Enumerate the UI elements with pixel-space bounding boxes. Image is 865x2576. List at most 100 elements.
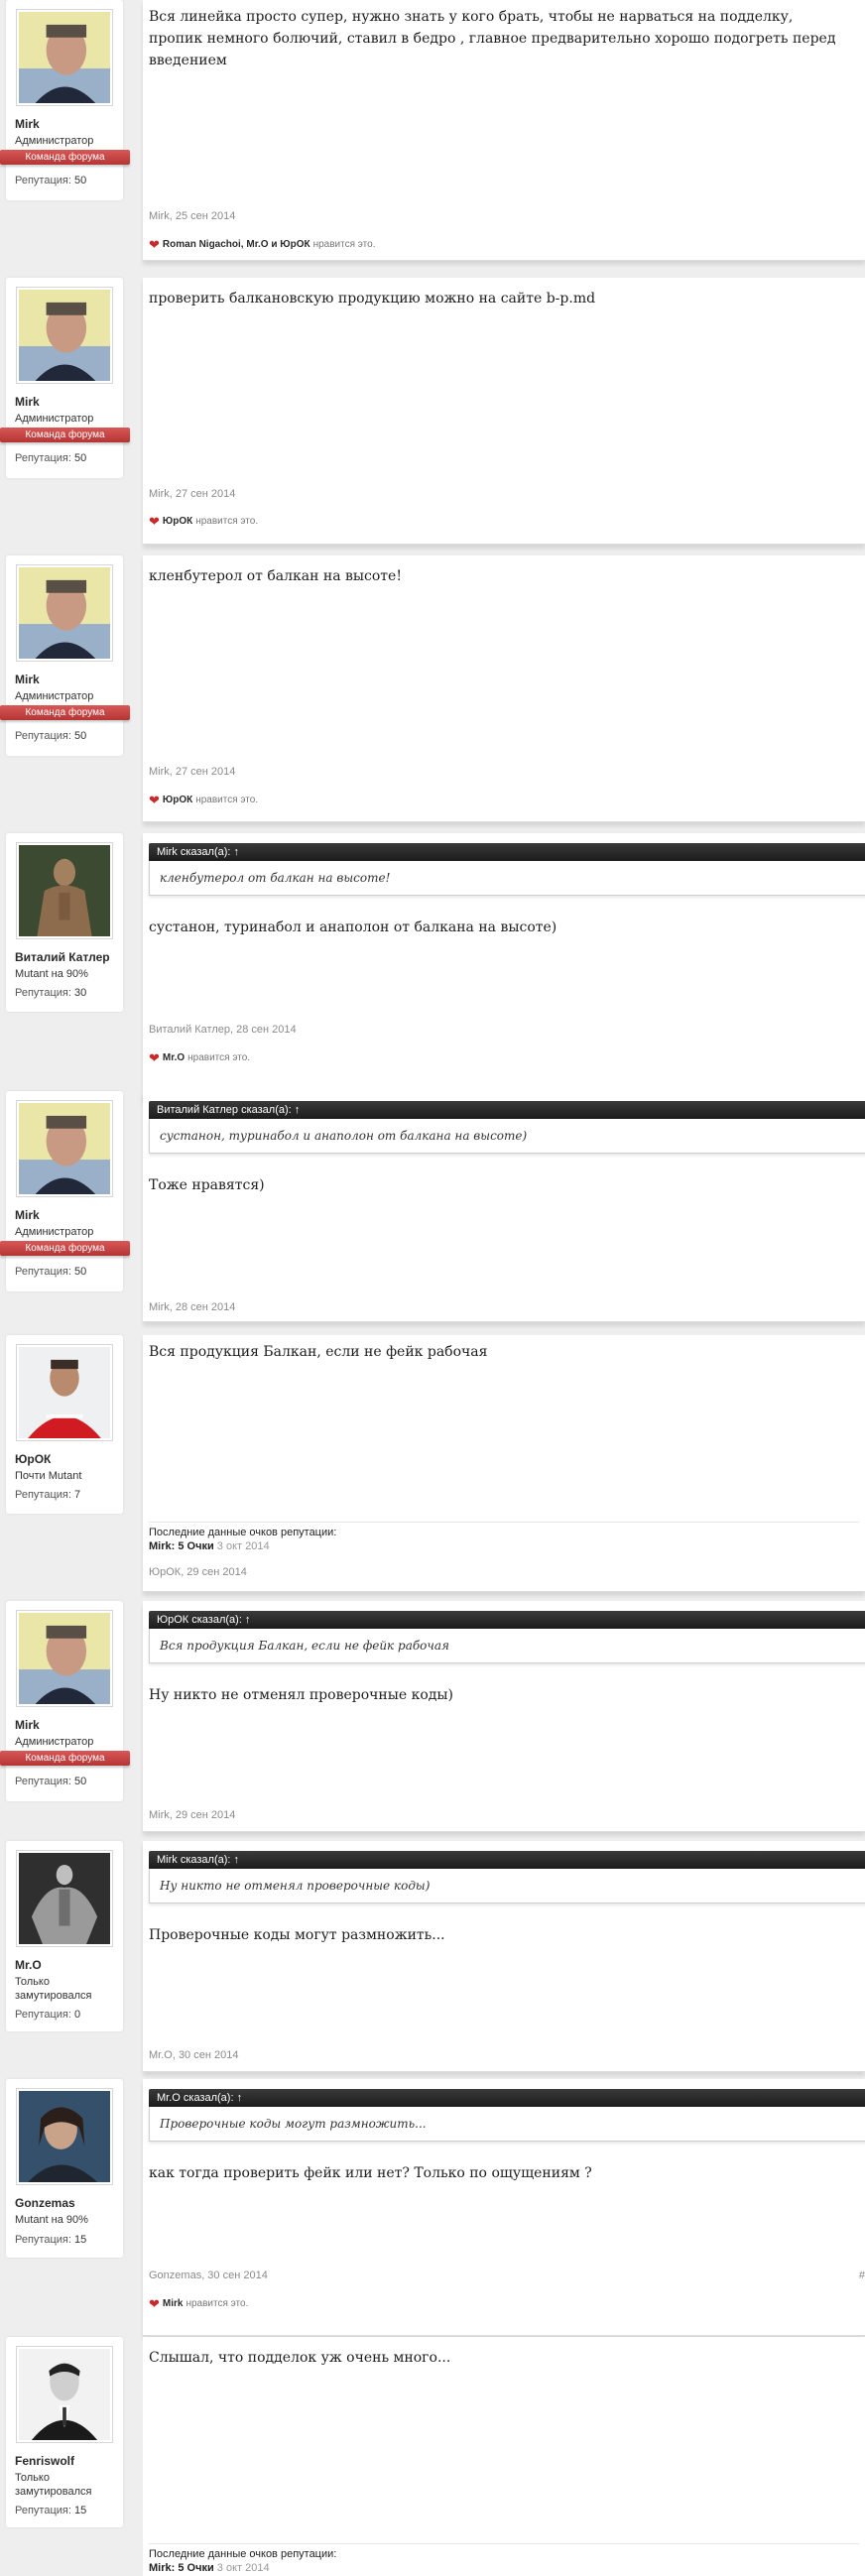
likes-suffix: нравится это.	[195, 795, 259, 805]
post-meta[interactable]: ЮрОК, 29 сен 2014	[149, 1566, 247, 1578]
reputation-value: 50	[73, 452, 87, 464]
post-content: Слышал, что подделок уж очень много... П…	[143, 2337, 865, 2576]
reputation-label: Репутация:	[15, 175, 71, 186]
post-meta[interactable]: Mirk, 27 сен 2014	[149, 488, 235, 500]
reputation: Репутация: 0	[15, 2009, 80, 2021]
quote-block: ЮрОК сказал(а): ↑ Вся продукция Балкан, …	[149, 1611, 865, 1663]
avatar-yurok-image	[19, 1347, 110, 1438]
likers[interactable]: Mr.O	[163, 1052, 185, 1063]
quote-header[interactable]: Mirk сказал(а): ↑	[149, 843, 865, 861]
likes-summary: ❤ ЮрОК нравится это.	[149, 515, 259, 528]
user-title: Администратор	[15, 413, 94, 425]
username[interactable]: Mirk	[15, 395, 40, 409]
reputation-value: 15	[73, 2505, 87, 2516]
username[interactable]: Mr.O	[15, 1958, 42, 1972]
quote-header[interactable]: Mirk сказал(а): ↑	[149, 1851, 865, 1869]
username[interactable]: Mirk	[15, 1208, 40, 1222]
reputation-label: Репутация:	[15, 2009, 71, 2021]
rep-giver[interactable]: Mirk:	[149, 2562, 175, 2574]
avatar[interactable]	[16, 1100, 113, 1197]
avatar-gonzemas-image	[19, 2091, 110, 2182]
post-message: проверить балкановскую продукцию можно н…	[149, 291, 596, 307]
quote-header[interactable]: Mr.O сказал(а): ↑	[149, 2089, 865, 2107]
avatar-mirk-image	[19, 1103, 110, 1194]
heart-icon: ❤	[149, 792, 160, 807]
username[interactable]: Mirk	[15, 673, 40, 686]
user-title: Администратор	[15, 1226, 94, 1238]
heart-icon: ❤	[149, 236, 160, 252]
likes-suffix: нравится это.	[185, 2298, 249, 2309]
heart-icon: ❤	[149, 1049, 160, 1065]
post-meta[interactable]: Gonzemas, 30 сен 2014	[149, 2269, 268, 2281]
user-title: Mutant на 90%	[15, 2214, 88, 2226]
staff-ribbon: Команда форума	[0, 428, 130, 442]
likes-suffix: нравится это.	[195, 516, 259, 527]
reputation-value: 50	[73, 1776, 87, 1787]
quote-header[interactable]: ЮрОК сказал(а): ↑	[149, 1611, 865, 1629]
avatar[interactable]	[16, 1610, 113, 1707]
likers[interactable]: Roman Nigachoi, Mr.O и ЮрОК	[163, 239, 310, 250]
username[interactable]: Mirk	[15, 1718, 40, 1732]
avatar[interactable]	[16, 842, 113, 939]
post-meta[interactable]: Mirk, 28 сен 2014	[149, 1301, 235, 1313]
avatar-fenriswolf-image	[19, 2349, 110, 2440]
quote-body: кленбутерол от балкан на высоте!	[149, 861, 865, 896]
user-card: Fenriswolf Только замутировался Репутаци…	[6, 2337, 123, 2527]
likers[interactable]: Mirk	[163, 2298, 184, 2309]
avatar[interactable]	[16, 2346, 113, 2443]
post-meta[interactable]: Виталий Катлер, 28 сен 2014	[149, 1024, 297, 1036]
reputation-value: 7	[73, 1489, 81, 1501]
reputation-label: Репутация:	[15, 452, 71, 464]
user-card: Mirk Администратор Команда форума Репута…	[0, 555, 130, 756]
avatar[interactable]	[16, 287, 113, 384]
likers[interactable]: ЮрОК	[163, 795, 192, 805]
reputation: Репутация: 7	[15, 1489, 80, 1501]
avatar[interactable]	[16, 1344, 113, 1441]
reputation-value: 50	[73, 1266, 87, 1278]
staff-ribbon: Команда форума	[0, 1241, 130, 1256]
reputation: Репутация: 50	[15, 1266, 86, 1278]
rep-giver[interactable]: Mirk:	[149, 1540, 175, 1552]
post-message: как тогда проверить фейк или нет? Только…	[149, 2165, 592, 2181]
user-card: Mirk Администратор Команда форума Репута…	[0, 278, 130, 478]
post-meta[interactable]: Mirk, 25 сен 2014	[149, 210, 235, 222]
post-permalink[interactable]: #	[859, 2269, 865, 2281]
post-message: сустанон, туринабол и анаполон от балкан…	[149, 920, 557, 935]
rep-points: 5 Очки	[178, 2562, 214, 2574]
user-card: Mirk Администратор Команда форума Репута…	[0, 1091, 130, 1291]
post-content: Mirk сказал(а): ↑ Ну никто не отменял пр…	[143, 1841, 865, 2072]
post-content: Вся линейка просто супер, нужно знать у …	[143, 0, 865, 261]
post: Виталий Катлер Mutant на 90% Репутация: …	[0, 833, 865, 1100]
post: Mirk Администратор Команда форума Репута…	[0, 0, 865, 261]
avatar[interactable]	[16, 1850, 113, 1947]
user-card: ЮрОК Почти Mutant Репутация: 7	[6, 1335, 123, 1514]
likers[interactable]: ЮрОК	[163, 516, 192, 527]
username[interactable]: Fenriswolf	[15, 2454, 74, 2468]
username[interactable]: ЮрОК	[15, 1452, 51, 1466]
post-meta[interactable]: Mirk, 29 сен 2014	[149, 1809, 235, 1821]
post-message: Слышал, что подделок уж очень много...	[149, 2350, 451, 2366]
username[interactable]: Gonzemas	[15, 2196, 75, 2210]
reputation-label: Репутация:	[15, 1776, 71, 1787]
likes-suffix: нравится это.	[312, 239, 376, 250]
staff-ribbon: Команда форума	[0, 150, 130, 165]
user-title: Mutant на 90%	[15, 968, 88, 980]
staff-ribbon: Команда форума	[0, 705, 130, 720]
post-meta[interactable]: Mr.O, 30 сен 2014	[149, 2049, 238, 2061]
avatar[interactable]	[16, 9, 113, 106]
thread: Mirk Администратор Команда форума Репута…	[0, 0, 865, 2576]
username[interactable]: Mirk	[15, 117, 40, 131]
avatar[interactable]	[16, 2088, 113, 2185]
reputation-value: 30	[73, 987, 87, 999]
post-meta[interactable]: Mirk, 27 сен 2014	[149, 766, 235, 778]
username[interactable]: Виталий Катлер	[15, 950, 110, 964]
post: Fenriswolf Только замутировался Репутаци…	[0, 2337, 865, 2576]
quote-body: Вся продукция Балкан, если не фейк рабоч…	[149, 1629, 865, 1663]
divider	[149, 1522, 859, 1523]
avatar[interactable]	[16, 564, 113, 662]
reputation-value: 0	[73, 2009, 81, 2021]
divider	[149, 2543, 859, 2544]
likes-summary: ❤ Roman Nigachoi, Mr.O и ЮрОК нравится это…	[149, 236, 376, 252]
quote-header[interactable]: Виталий Катлер сказал(а): ↑	[149, 1101, 865, 1119]
reputation-value: 15	[73, 2234, 87, 2246]
